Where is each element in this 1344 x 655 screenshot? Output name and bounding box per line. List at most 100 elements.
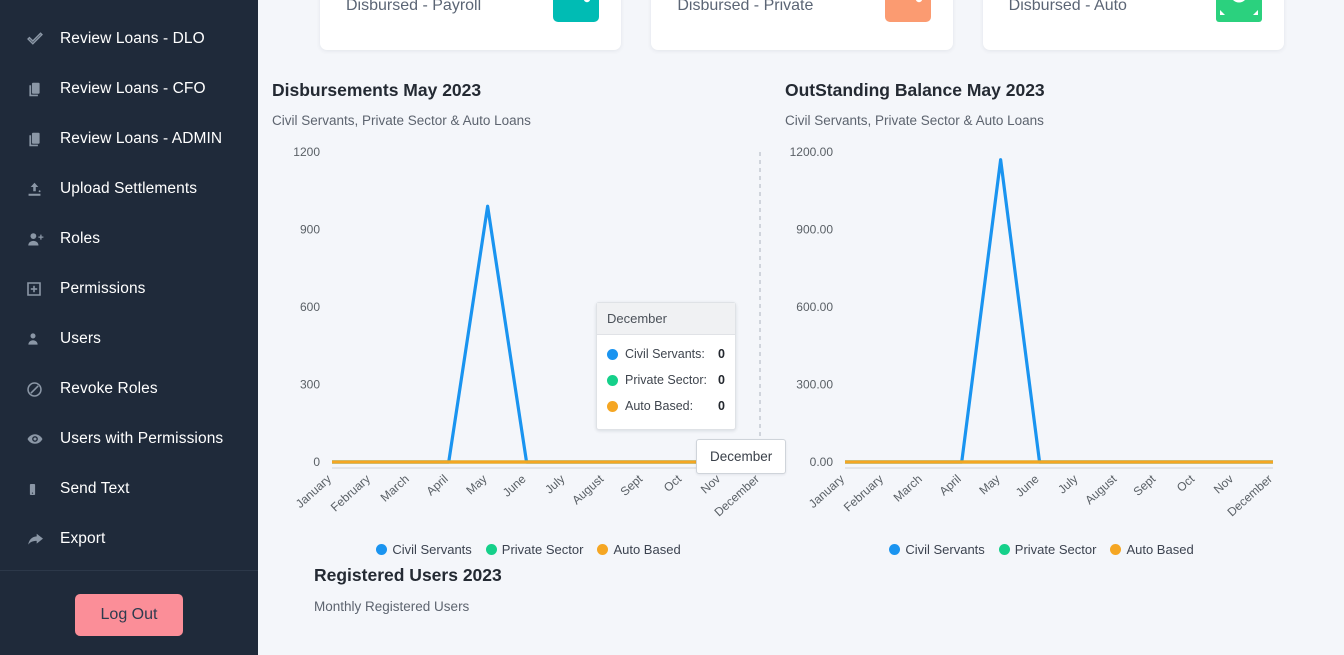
- svg-text:1200: 1200: [293, 145, 320, 159]
- stat-card-title: Disbursed - Payroll: [346, 0, 482, 14]
- sidebar-item-users-with-permissions[interactable]: Users with Permissions: [0, 414, 258, 464]
- svg-text:February: February: [841, 472, 886, 515]
- wallet-icon: [884, 0, 931, 24]
- legend-item[interactable]: Private Sector: [998, 542, 1097, 557]
- copy-icon: [26, 81, 52, 98]
- legend-label: Private Sector: [1014, 542, 1097, 557]
- chart-plot-right[interactable]: 0.00 300.00 600.00 900.00 1200.00 January Febr…: [785, 140, 1298, 540]
- legend-item[interactable]: Private Sector: [485, 542, 584, 557]
- sidebar: Review Loans - DLO Review Loans - CFO Revi…: [0, 0, 258, 655]
- legend-color-dot: [889, 544, 901, 555]
- legend-label: Civil Servants: [905, 542, 985, 557]
- svg-text:August: August: [569, 471, 607, 507]
- chart-tooltip: December Civil Servants: 0 Private Sector:…: [596, 302, 736, 430]
- sidebar-item-label: Roles: [60, 230, 101, 247]
- svg-text:300.00: 300.00: [796, 378, 833, 392]
- tooltip-series-label: Civil Servants:: [625, 347, 705, 361]
- charts-row: Disbursements May 2023 Civil Servants, P…: [258, 80, 1344, 557]
- legend-color-dot: [1110, 544, 1122, 555]
- series-color-dot: [607, 400, 618, 412]
- svg-text:April: April: [937, 472, 964, 498]
- sidebar-item-label: Review Loans - CFO: [60, 80, 206, 97]
- registered-users-title: Registered Users 2023: [314, 565, 502, 585]
- sidebar-item-permissions[interactable]: Permissions: [0, 264, 258, 314]
- sidebar-item-send-text[interactable]: Send Text: [0, 464, 258, 514]
- svg-text:Nov: Nov: [698, 472, 723, 497]
- svg-text:May: May: [463, 472, 489, 498]
- sidebar-item-users[interactable]: Users: [0, 314, 258, 364]
- svg-text:Oct: Oct: [1174, 471, 1198, 494]
- upload-icon: [26, 181, 52, 198]
- sidebar-item-roles[interactable]: Roles: [0, 214, 258, 264]
- legend-label: Auto Based: [613, 542, 681, 557]
- series-color-dot: [607, 374, 618, 386]
- sidebar-item-upload-settlements[interactable]: Upload Settlements: [0, 164, 258, 214]
- sidebar-item-label: Upload Settlements: [60, 180, 198, 197]
- tooltip-row: Civil Servants: 0: [607, 341, 725, 367]
- svg-text:June: June: [500, 472, 529, 500]
- series-line: [845, 158, 1273, 464]
- tooltip-series-value: 0: [718, 373, 725, 387]
- sidebar-item-review-loans-dlo[interactable]: Review Loans - DLO: [0, 14, 258, 64]
- tooltip-series-label: Auto Based:: [625, 399, 694, 413]
- svg-text:600: 600: [300, 300, 320, 314]
- check-icon: [26, 30, 52, 48]
- legend-color-dot: [485, 544, 497, 555]
- tooltip-title: December: [597, 303, 735, 335]
- eye-icon: [26, 431, 52, 447]
- svg-text:July: July: [542, 472, 567, 497]
- stat-card[interactable]: Disbursed - Payroll: [320, 0, 622, 50]
- sidebar-item-label: Users with Permissions: [60, 430, 224, 447]
- logout-button[interactable]: Log Out: [74, 594, 184, 636]
- registered-users-subtitle: Monthly Registered Users: [314, 599, 470, 614]
- legend-item[interactable]: Civil Servants: [889, 542, 985, 557]
- svg-text:March: March: [378, 472, 412, 505]
- sidebar-item-label: Send Text: [60, 480, 130, 497]
- sidebar-item-review-loans-admin[interactable]: Review Loans - ADMIN: [0, 114, 258, 164]
- svg-text:Nov: Nov: [1211, 472, 1236, 497]
- sidebar-item-review-loans-cfo[interactable]: Review Loans - CFO: [0, 64, 258, 114]
- legend-item[interactable]: Auto Based: [1110, 542, 1194, 557]
- svg-text:Oct: Oct: [661, 471, 685, 494]
- chart-title-left: Disbursements May 2023: [272, 80, 482, 100]
- disbursements-chart-block: Disbursements May 2023 Civil Servants, P…: [272, 80, 787, 557]
- legend-item[interactable]: Auto Based: [597, 542, 681, 557]
- app-root: Review Loans - DLO Review Loans - CFO Revi…: [0, 0, 1344, 655]
- legend-color-dot: [998, 544, 1010, 555]
- tooltip-series-value: 0: [718, 347, 725, 361]
- svg-text:Sept: Sept: [1131, 471, 1159, 498]
- sidebar-item-label: Revoke Roles: [60, 380, 158, 397]
- stat-cards: Disbursed - Payroll Disbursed - Private Di…: [258, 0, 1344, 50]
- svg-text:1200.00: 1200.00: [790, 145, 834, 159]
- sidebar-item-label: Export: [60, 530, 106, 547]
- sidebar-item-label: Users: [60, 330, 101, 347]
- sidebar-item-label: Review Loans - DLO: [60, 30, 205, 47]
- stat-card[interactable]: Disbursed - Auto: [982, 0, 1284, 50]
- stat-card[interactable]: Disbursed - Private: [651, 0, 953, 50]
- svg-text:900: 900: [300, 223, 320, 237]
- outstanding-balance-chart-block: OutStanding Balance May 2023 Civil Serva…: [785, 80, 1298, 557]
- axis-label-tooltip: December: [696, 439, 787, 474]
- tooltip-series-label: Private Sector:: [625, 373, 707, 387]
- wallet-icon: [553, 0, 600, 24]
- svg-text:July: July: [1055, 472, 1080, 497]
- svg-text:0: 0: [313, 455, 320, 469]
- user-icon: [26, 331, 52, 347]
- chart-legend-left: Civil Servants Private Sector Auto Based: [272, 542, 785, 557]
- money-icon: [1215, 0, 1262, 24]
- svg-text:March: March: [891, 472, 925, 505]
- svg-text:May: May: [976, 472, 1002, 498]
- plus-square-icon: [26, 281, 52, 297]
- sidebar-item-export[interactable]: Export: [0, 514, 258, 564]
- chart-legend-right: Civil Servants Private Sector Auto Based: [785, 542, 1298, 557]
- legend-label: Private Sector: [501, 542, 584, 557]
- svg-text:900.00: 900.00: [796, 223, 833, 237]
- tooltip-series-value: 0: [718, 399, 725, 413]
- legend-color-dot: [597, 544, 609, 555]
- svg-text:April: April: [424, 472, 451, 498]
- legend-color-dot: [376, 544, 388, 555]
- legend-item[interactable]: Civil Servants: [376, 542, 472, 557]
- svg-text:600.00: 600.00: [796, 300, 833, 314]
- sidebar-item-revoke-roles[interactable]: Revoke Roles: [0, 364, 258, 414]
- ban-icon: [26, 381, 52, 398]
